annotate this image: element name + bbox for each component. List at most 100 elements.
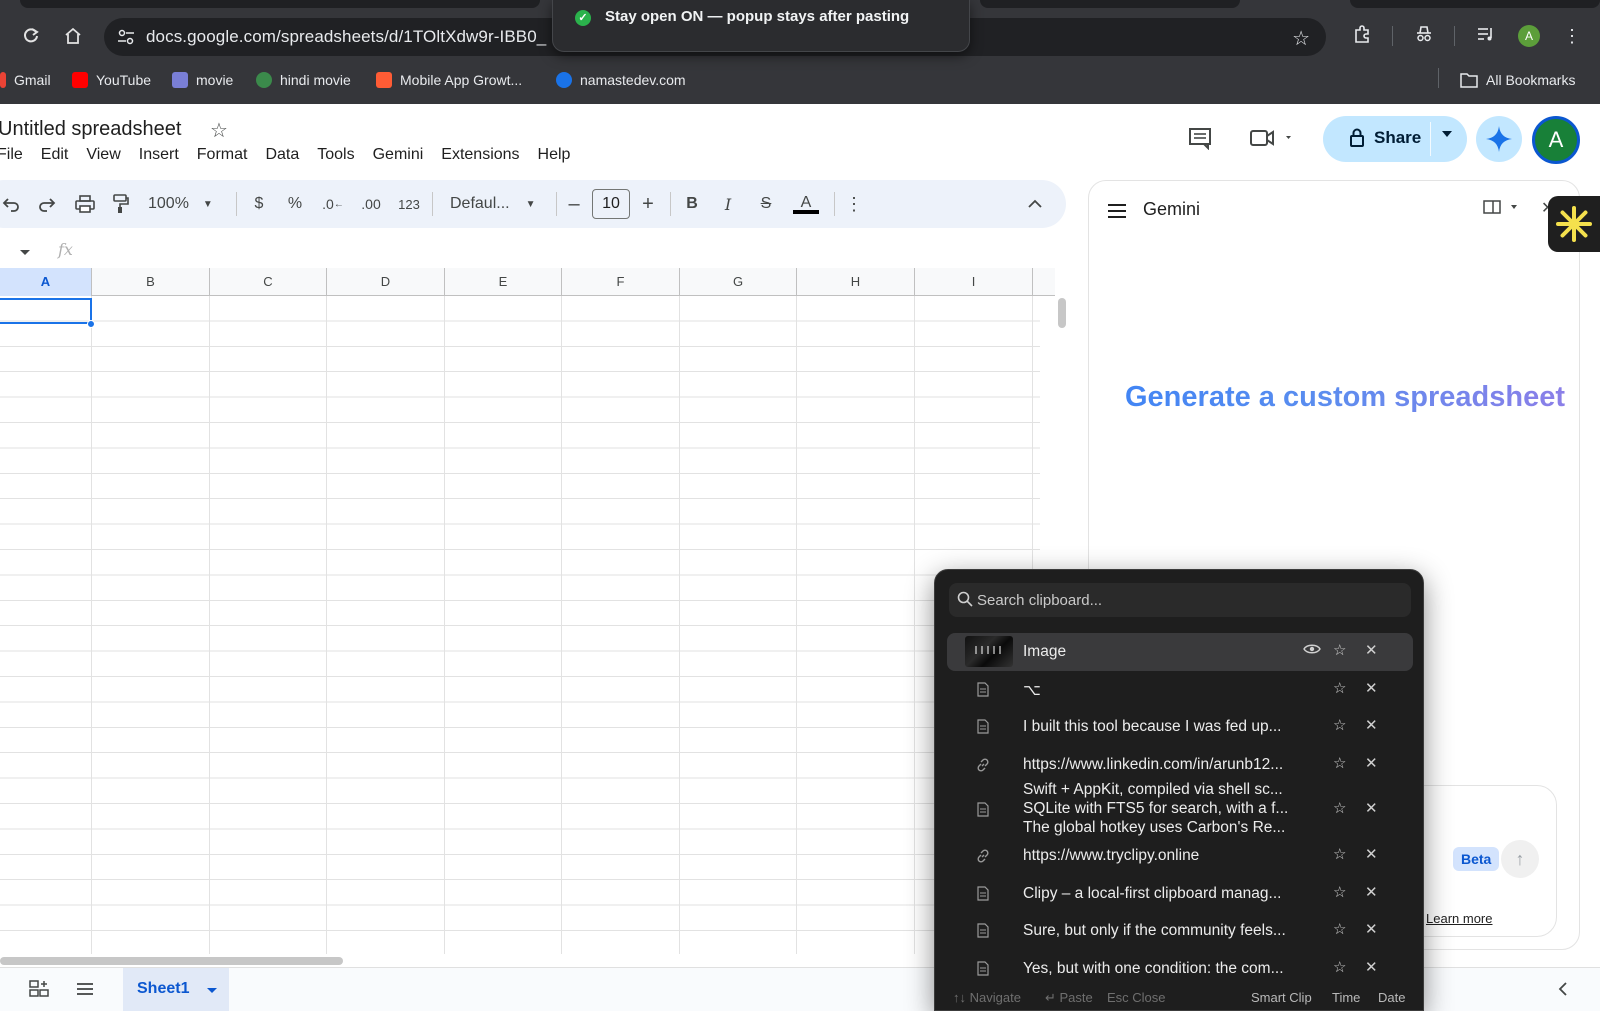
all-bookmarks[interactable]: All Bookmarks — [1460, 70, 1575, 90]
site-settings-icon[interactable] — [116, 27, 136, 47]
panel-layout-icon[interactable] — [1483, 199, 1523, 220]
extensions-puzzle-icon[interactable] — [1350, 24, 1374, 48]
menu-extensions[interactable]: Extensions — [432, 146, 528, 170]
column-header-i[interactable]: I — [915, 268, 1033, 296]
bold-button[interactable]: B — [682, 190, 702, 218]
delete-x-icon[interactable]: ✕ — [1365, 958, 1378, 976]
column-header-e[interactable]: E — [445, 268, 562, 296]
menu-view[interactable]: View — [77, 146, 129, 170]
zoom-select[interactable]: 100% ▼ — [148, 190, 224, 218]
increase-font-size-button[interactable]: + — [638, 190, 658, 218]
home-icon[interactable] — [59, 22, 87, 50]
hamburger-menu-icon[interactable] — [1107, 203, 1127, 219]
currency-format-button[interactable]: $ — [250, 190, 268, 218]
chrome-profile-avatar[interactable]: A — [1518, 25, 1540, 47]
chevron-down-icon[interactable] — [207, 988, 217, 993]
undo-icon[interactable] — [0, 190, 22, 218]
all-sheets-menu-icon[interactable] — [74, 980, 96, 1002]
bookmark-gmail[interactable]: Gmail — [0, 70, 51, 90]
star-icon[interactable]: ☆ — [1333, 845, 1346, 863]
star-icon[interactable]: ☆ — [1333, 641, 1346, 659]
strikethrough-button[interactable]: S — [756, 190, 776, 218]
more-options-icon[interactable]: ⋮ — [845, 190, 863, 218]
menu-gemini[interactable]: Gemini — [364, 146, 433, 170]
font-family-select[interactable]: Defaul... ▼ — [450, 190, 542, 218]
print-icon[interactable] — [74, 190, 96, 218]
bookmark-youtube[interactable]: YouTube — [72, 70, 151, 90]
menu-file[interactable]: File — [0, 146, 32, 170]
delete-x-icon[interactable]: ✕ — [1365, 641, 1378, 659]
star-icon[interactable]: ☆ — [1333, 920, 1346, 938]
percent-format-button[interactable]: % — [286, 190, 304, 218]
column-header-a[interactable]: A — [0, 268, 92, 296]
chrome-menu-icon[interactable]: ⋮ — [1560, 24, 1584, 48]
send-arrow-icon[interactable]: ↑ — [1501, 840, 1539, 878]
delete-x-icon[interactable]: ✕ — [1365, 754, 1378, 772]
sort-time-button[interactable]: Time — [1332, 990, 1360, 1005]
clipboard-extension-button[interactable] — [1548, 196, 1600, 252]
clipboard-item[interactable]: Sure, but only if the community feels...… — [947, 912, 1413, 950]
chevron-left-icon[interactable] — [1558, 982, 1568, 1001]
star-icon[interactable]: ☆ — [1333, 716, 1346, 734]
document-title[interactable]: Untitled spreadsheet — [0, 118, 181, 141]
decrease-font-size-button[interactable]: – — [564, 190, 584, 218]
vertical-scrollbar[interactable] — [1058, 298, 1066, 328]
clipboard-item[interactable]: https://www.tryclipy.online ☆ ✕ — [947, 837, 1413, 875]
delete-x-icon[interactable]: ✕ — [1365, 920, 1378, 938]
user-avatar[interactable]: A — [1532, 116, 1580, 164]
clipboard-item[interactable]: Image ☆ ✕ — [947, 633, 1413, 671]
column-header-d[interactable]: D — [327, 268, 445, 296]
bookmark-namastedev[interactable]: namastedev.com — [556, 70, 686, 90]
menu-edit[interactable]: Edit — [32, 146, 78, 170]
clipboard-item[interactable]: https://www.linkedin.com/in/arunb12... ☆… — [947, 746, 1413, 784]
clipboard-item[interactable]: Yes, but with one condition: the com... … — [947, 950, 1413, 988]
star-icon[interactable]: ☆ — [210, 118, 228, 143]
menu-data[interactable]: Data — [256, 146, 308, 170]
add-sheet-icon[interactable] — [28, 980, 50, 1002]
column-header-f[interactable]: F — [562, 268, 680, 296]
sort-date-button[interactable]: Date — [1378, 990, 1405, 1005]
cell-area[interactable] — [0, 296, 1040, 954]
chevron-down-icon[interactable] — [1442, 131, 1452, 137]
redo-icon[interactable] — [36, 190, 58, 218]
menu-help[interactable]: Help — [529, 146, 580, 170]
selected-cell-a1[interactable] — [0, 298, 92, 324]
column-header-h[interactable]: H — [797, 268, 915, 296]
bookmark-mobile-app-growth[interactable]: Mobile App Growt... — [376, 70, 522, 90]
paint-format-icon[interactable] — [110, 190, 132, 218]
star-icon[interactable]: ☆ — [1333, 679, 1346, 697]
delete-x-icon[interactable]: ✕ — [1365, 716, 1378, 734]
preview-eye-icon[interactable] — [1303, 642, 1321, 659]
clipboard-item[interactable]: I built this tool because I was fed up..… — [947, 708, 1413, 746]
clipboard-item[interactable]: ⌥ ☆ ✕ — [947, 671, 1413, 709]
bookmark-movie[interactable]: movie — [172, 70, 233, 90]
gemini-sparkle-button[interactable] — [1476, 116, 1522, 162]
clipboard-search-input[interactable] — [977, 587, 1397, 613]
share-button[interactable]: Share — [1323, 116, 1467, 162]
more-formats-button[interactable]: 123 — [396, 190, 422, 218]
delete-x-icon[interactable]: ✕ — [1365, 679, 1378, 697]
column-header-b[interactable]: B — [92, 268, 210, 296]
comments-icon[interactable] — [1188, 126, 1212, 155]
spreadsheet-grid[interactable]: A B C D E F G H I — [0, 268, 1055, 954]
fill-handle[interactable] — [87, 320, 95, 328]
clipboard-item[interactable]: Clipy – a local-first clipboard manag...… — [947, 875, 1413, 913]
delete-x-icon[interactable]: ✕ — [1365, 883, 1378, 901]
star-icon[interactable]: ☆ — [1333, 754, 1346, 772]
horizontal-scrollbar[interactable] — [0, 957, 343, 965]
clipboard-search[interactable] — [949, 583, 1411, 617]
sheet-tab-sheet1[interactable]: Sheet1 — [123, 968, 229, 1011]
star-icon[interactable]: ☆ — [1333, 958, 1346, 976]
column-header-c[interactable]: C — [210, 268, 327, 296]
decrease-decimal-button[interactable]: .0 ← — [320, 190, 346, 218]
italic-button[interactable]: I — [718, 190, 738, 218]
incognito-icon[interactable] — [1412, 24, 1436, 48]
smart-clip-button[interactable]: Smart Clip — [1251, 990, 1312, 1005]
increase-decimal-button[interactable]: .00 — [358, 190, 384, 218]
text-color-button[interactable]: A — [792, 190, 820, 218]
font-size-input[interactable]: 10 — [592, 189, 630, 219]
name-box-dropdown[interactable] — [20, 250, 30, 255]
menu-format[interactable]: Format — [188, 146, 257, 170]
clipboard-item[interactable]: Swift + AppKit, compiled via shell sc...… — [947, 781, 1413, 837]
bookmark-star-icon[interactable]: ☆ — [1292, 26, 1310, 51]
